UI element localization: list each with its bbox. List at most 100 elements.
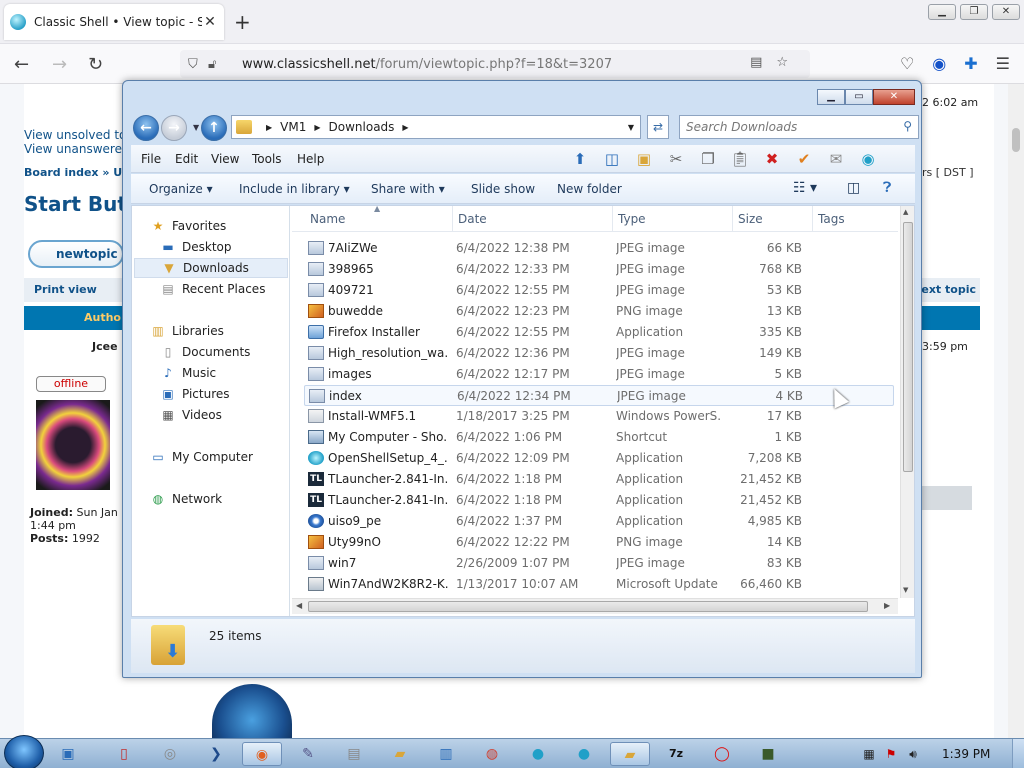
nav-pictures[interactable]: ▣ Pictures xyxy=(160,384,229,404)
properties-icon[interactable]: ✔ xyxy=(791,147,817,171)
vertical-scroll-thumb[interactable] xyxy=(903,222,913,472)
new-folder-button[interactable]: New folder xyxy=(557,182,622,196)
breadcrumb-separator-icon[interactable]: ▶ xyxy=(402,123,408,132)
paste-icon[interactable]: 📋︎ xyxy=(727,147,753,171)
pocket-icon[interactable]: ♡ xyxy=(900,54,914,73)
nav-recent-places[interactable]: ▤ Recent Places xyxy=(160,279,265,299)
folders-pane-icon[interactable]: ◫ xyxy=(599,147,625,171)
lock-icon[interactable]: 🔓︎ xyxy=(208,57,228,72)
back-arrow-icon[interactable]: ← xyxy=(14,54,29,75)
file-row[interactable]: win7 2/26/2009 1:07 PM JPEG image 83 KB xyxy=(304,553,894,574)
preview-pane-icon[interactable]: ◫ xyxy=(847,180,860,196)
file-row[interactable]: TL TLauncher-2.841-In... 6/4/2022 1:18 PM A… xyxy=(304,469,894,490)
menu-view[interactable]: View xyxy=(211,152,239,166)
back-button[interactable]: ← xyxy=(133,115,159,141)
new-tab-icon[interactable]: + xyxy=(234,10,251,34)
file-row[interactable]: Win7AndW2K8R2-K... 1/13/2017 10:07 AM Micr… xyxy=(304,574,894,594)
column-divider[interactable] xyxy=(452,206,453,232)
nav-favorites[interactable]: ★ Favorites xyxy=(150,216,227,236)
breadcrumb-vm1[interactable]: VM1 xyxy=(280,120,306,134)
restore-button[interactable]: ❐ xyxy=(960,4,988,20)
vertical-scrollbar[interactable]: ▲ ▼ xyxy=(900,206,914,598)
browser-tab[interactable]: Classic Shell • View topic - Start ✕ xyxy=(4,4,224,40)
menu-help[interactable]: Help xyxy=(297,152,324,166)
page-scroll-thumb[interactable] xyxy=(1012,128,1020,152)
column-date[interactable]: Date xyxy=(458,212,487,232)
shell-settings-icon[interactable]: ◉ xyxy=(855,147,881,171)
scroll-down-icon[interactable]: ▼ xyxy=(903,586,908,594)
taskbar-opera-icon[interactable]: ◯ xyxy=(702,742,742,766)
account-icon[interactable]: ◉ xyxy=(932,54,946,73)
column-size[interactable]: Size xyxy=(738,212,763,232)
explorer-close-button[interactable]: ✕ xyxy=(873,89,915,105)
breadcrumb-separator-icon[interactable]: ▶ xyxy=(314,123,320,132)
taskbar-openshell-icon[interactable]: ● xyxy=(518,742,558,766)
file-row[interactable]: High_resolution_wa... 6/4/2022 12:36 PM JP… xyxy=(304,343,894,364)
file-row[interactable]: 398965 6/4/2022 12:33 PM JPEG image 768 KB xyxy=(304,259,894,280)
extension-icon[interactable]: ✚ xyxy=(964,54,977,73)
horizontal-scroll-thumb[interactable] xyxy=(308,601,868,612)
address-dropdown-icon[interactable]: ▼ xyxy=(628,123,634,132)
nav-desktop[interactable]: ▬ Desktop xyxy=(160,237,231,257)
nav-network[interactable]: ◍ Network xyxy=(150,489,222,509)
close-button[interactable]: ✕ xyxy=(992,4,1020,20)
taskbar-powershell-icon[interactable]: ❯ xyxy=(196,742,236,766)
explorer-minimize-button[interactable]: ▁ xyxy=(817,89,845,105)
recent-pages-dropdown-icon[interactable]: ▼ xyxy=(193,123,199,132)
column-divider[interactable] xyxy=(732,206,733,232)
file-row[interactable]: OpenShellSetup_4_... 6/4/2022 12:09 PM App… xyxy=(304,448,894,469)
breadcrumb-separator-icon[interactable]: ▶ xyxy=(266,123,272,132)
menu-tools[interactable]: Tools xyxy=(252,152,282,166)
tray-network-icon[interactable]: ▦ xyxy=(858,747,880,761)
reload-icon[interactable]: ↻ xyxy=(88,54,103,75)
column-name[interactable]: Name xyxy=(310,212,345,232)
link-unanswered[interactable]: View unanswered xyxy=(24,142,130,156)
page-scrollbar[interactable] xyxy=(1008,84,1024,738)
file-row[interactable]: images 6/4/2022 12:17 PM JPEG image 5 KB xyxy=(304,364,894,385)
forward-arrow-icon[interactable]: → xyxy=(52,54,67,75)
taskbar-installer-icon[interactable]: ▥ xyxy=(426,742,466,766)
menu-icon[interactable]: ☰ xyxy=(996,54,1010,73)
nav-music[interactable]: ♪ Music xyxy=(160,363,216,383)
shield-icon[interactable]: ⛉ xyxy=(188,57,208,72)
link-unsolved[interactable]: View unsolved to xyxy=(24,128,130,142)
taskbar-folders-icon[interactable]: ▰ xyxy=(380,742,420,766)
slide-show-button[interactable]: Slide show xyxy=(471,182,535,196)
file-row[interactable]: 409721 6/4/2022 12:55 PM JPEG image 53 KB xyxy=(304,280,894,301)
file-row[interactable]: Uty99nO 6/4/2022 12:22 PM PNG image 14 KB xyxy=(304,532,894,553)
column-tags[interactable]: Tags xyxy=(818,212,845,232)
folder-options-icon[interactable]: ▣ xyxy=(631,147,657,171)
organize-button[interactable]: Organize ▾ xyxy=(149,182,213,196)
menu-edit[interactable]: Edit xyxy=(175,152,198,166)
help-icon[interactable]: ❓︎ xyxy=(883,180,891,196)
up-button[interactable]: ↑ xyxy=(201,115,227,141)
file-row[interactable]: uiso9_pe 6/4/2022 1:37 PM Application 4,985… xyxy=(304,511,894,532)
tray-flag-icon[interactable]: ⚑ xyxy=(880,747,902,761)
taskbar-chrome-icon[interactable]: ◍ xyxy=(472,742,512,766)
close-tab-icon[interactable]: ✕ xyxy=(202,14,218,30)
taskbar-document-icon[interactable]: ▤ xyxy=(334,742,374,766)
horizontal-scrollbar[interactable]: ◀ ▶ xyxy=(292,598,898,614)
search-icon[interactable]: ⚲ xyxy=(903,119,912,133)
taskbar-desktop-icon[interactable]: ▣ xyxy=(48,742,88,766)
print-view-link[interactable]: Print view xyxy=(34,283,97,296)
start-button[interactable] xyxy=(4,735,44,768)
forward-button[interactable]: → xyxy=(161,115,187,141)
post-author[interactable]: Jcee xyxy=(92,340,118,353)
taskbar-media-icon[interactable]: ◎ xyxy=(150,742,190,766)
breadcrumb-downloads[interactable]: Downloads xyxy=(329,120,395,134)
breadcrumb[interactable]: Board index » U xyxy=(24,166,122,179)
file-row[interactable]: index 6/4/2022 12:34 PM JPEG image 4 KB xyxy=(304,385,894,406)
taskbar-notepad-icon[interactable]: ✎ xyxy=(288,742,328,766)
column-type[interactable]: Type xyxy=(618,212,646,232)
new-topic-button[interactable]: newtopic xyxy=(28,240,124,268)
delete-icon[interactable]: ✖ xyxy=(759,147,785,171)
include-in-library-button[interactable]: Include in library ▾ xyxy=(239,182,350,196)
email-icon[interactable]: ✉ xyxy=(823,147,849,171)
nav-my-computer[interactable]: ▭ My Computer xyxy=(150,447,253,467)
scroll-up-icon[interactable]: ▲ xyxy=(903,208,908,216)
file-row[interactable]: TL TLauncher-2.841-In... 6/4/2022 1:18 PM A… xyxy=(304,490,894,511)
taskbar-classicshell-icon[interactable]: ● xyxy=(564,742,604,766)
column-divider[interactable] xyxy=(812,206,813,232)
explorer-maximize-button[interactable]: ▭ xyxy=(845,89,873,105)
